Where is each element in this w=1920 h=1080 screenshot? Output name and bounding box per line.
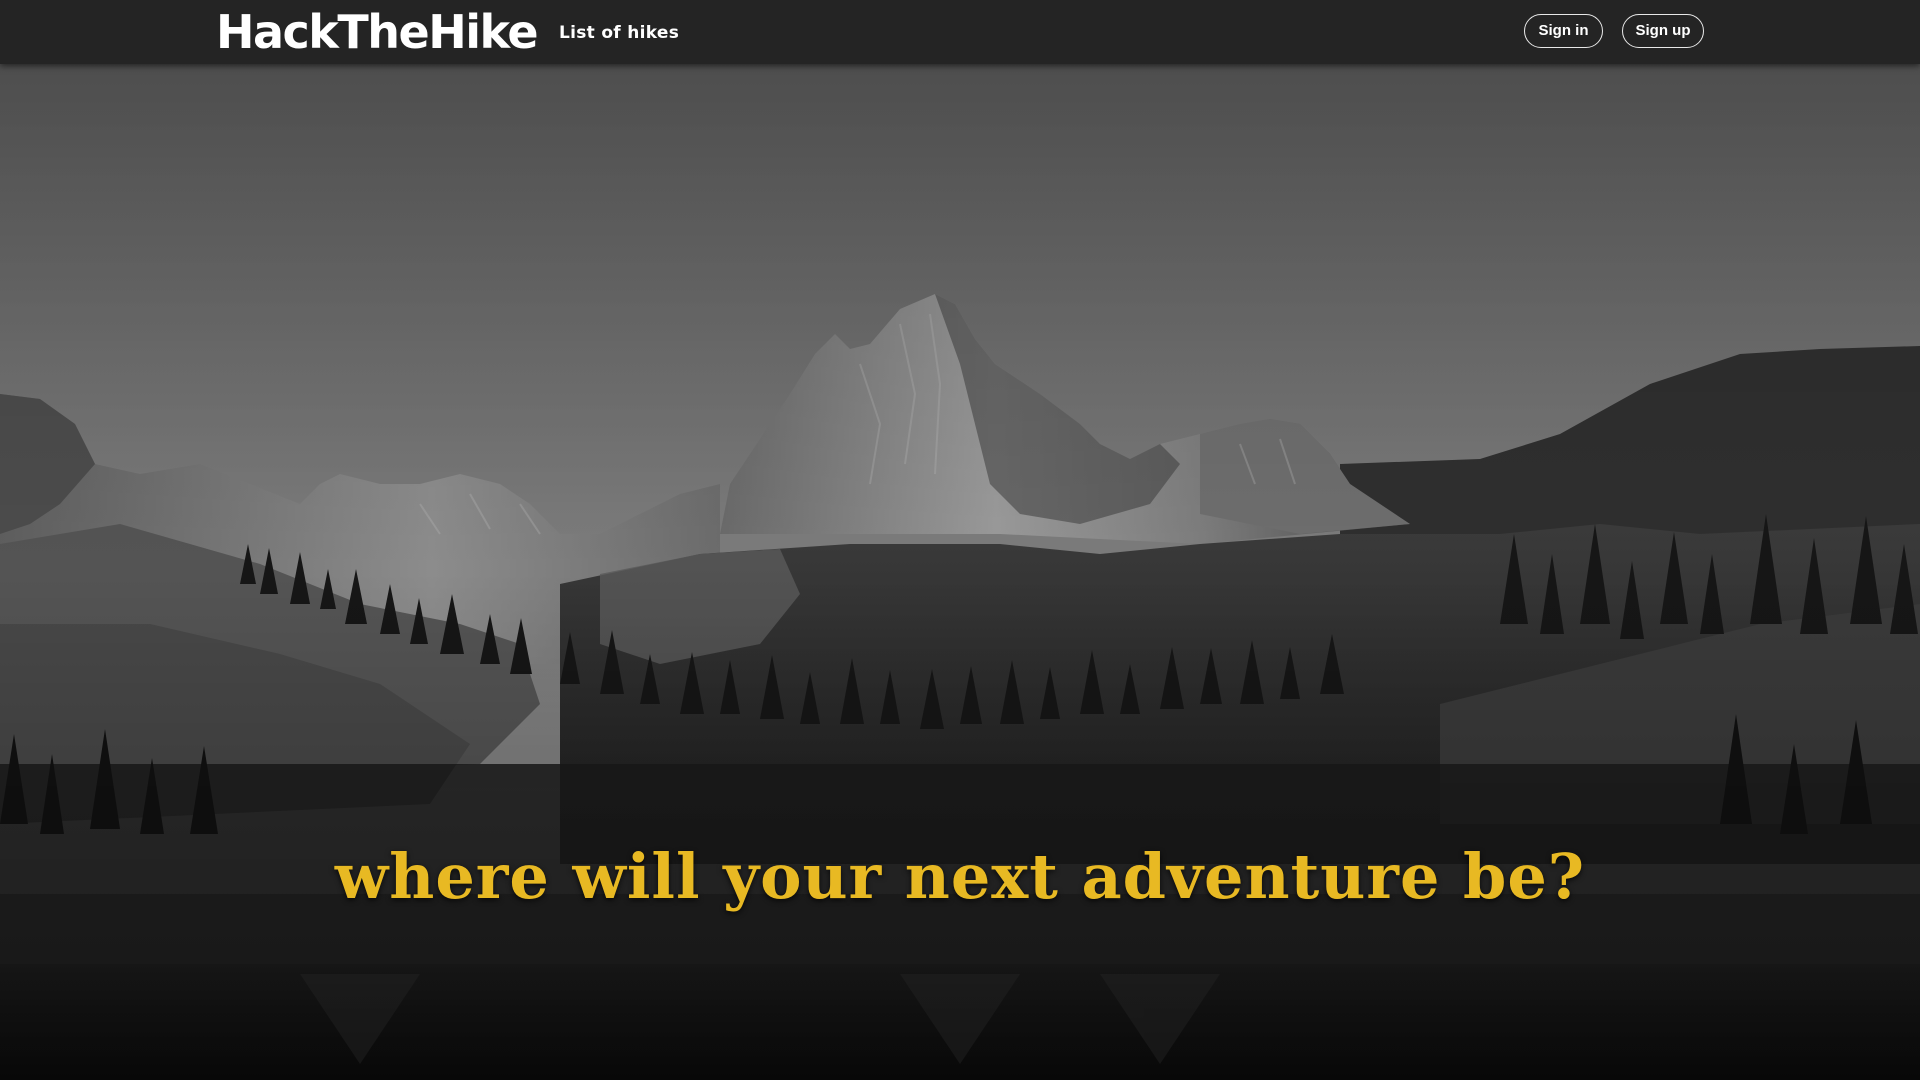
sign-in-button[interactable]: Sign in (1524, 14, 1603, 48)
top-navbar: HackTheHike List of hikes Sign in Sign u… (0, 0, 1920, 64)
hero-mountain-image (0, 64, 1920, 1080)
hero-section: where will your next adventure be? (0, 64, 1920, 1080)
sign-up-button[interactable]: Sign up (1622, 14, 1704, 48)
hero-tagline: where will your next adventure be? (334, 840, 1586, 913)
brand-logo[interactable]: HackTheHike (216, 4, 539, 60)
nav-link-list-of-hikes[interactable]: List of hikes (559, 21, 679, 45)
